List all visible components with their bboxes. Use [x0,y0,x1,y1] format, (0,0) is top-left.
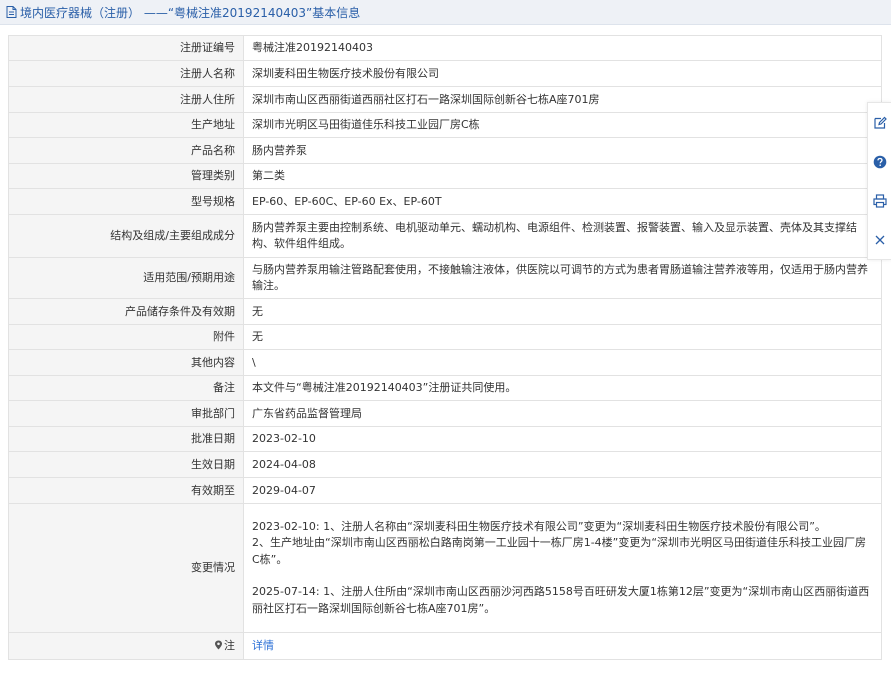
row-label: 审批部门 [8,400,244,427]
table-row: 有效期至 2029-04-07 [8,477,882,504]
row-value: 2023-02-10 [243,426,882,452]
row-label: 有效期至 [8,477,244,504]
row-value: 深圳市光明区马田街道佳乐科技工业园厂房C栋 [243,112,882,138]
row-value: 深圳市南山区西丽街道西丽社区打石一路深圳国际创新谷七栋A座701房 [243,86,882,113]
page-title: 境内医疗器械（注册） ——“粤械注准20192140403”基本信息 [20,5,361,20]
row-value: 粤械注准20192140403 [243,35,882,61]
row-label: 批准日期 [8,426,244,452]
print-button[interactable] [872,193,888,209]
row-value: \ [243,349,882,376]
table-row: 适用范围/预期用途 与肠内营养泵用输注管路配套使用，不接触输注液体，供医院以可调… [8,257,882,299]
row-value: 深圳麦科田生物医疗技术股份有限公司 [243,60,882,87]
row-value: 2029-04-07 [243,477,882,504]
table-row: 审批部门 广东省药品监督管理局 [8,400,882,427]
info-table: 注册证编号 粤械注准20192140403 注册人名称 深圳麦科田生物医疗技术股… [8,35,882,660]
table-row: 型号规格 EP-60、EP-60C、EP-60 Ex、EP-60T [8,188,882,215]
table-row: 产品名称 肠内营养泵 [8,137,882,164]
table-row: 生产地址 深圳市光明区马田街道佳乐科技工业园厂房C栋 [8,112,882,138]
table-row: 产品储存条件及有效期 无 [8,298,882,325]
row-value: 肠内营养泵主要由控制系统、电机驱动单元、蠕动机构、电源组件、检测装置、报警装置、… [243,214,882,258]
help-icon [873,155,886,168]
change-entry: 2023-02-10: 1、注册人名称由“深圳麦科田生物医疗技术有限公司”变更为… [252,519,826,533]
table-row: 附件 无 [8,324,882,350]
page-header: 境内医疗器械（注册） ——“粤械注准20192140403”基本信息 [0,0,891,25]
help-button[interactable] [872,154,888,170]
row-label: 备注 [8,375,244,401]
change-entry: 2、生产地址由“深圳市南山区西丽松白路南岗第一工业园十一栋厂房1-4楼”变更为“… [252,536,867,566]
close-icon [875,235,884,244]
print-icon [872,193,887,208]
side-toolbar [867,102,891,260]
row-value: 2024-04-08 [243,451,882,478]
row-label: 适用范围/预期用途 [8,257,244,299]
row-label: 注册证编号 [8,35,244,61]
table-row: 其他内容 \ [8,349,882,376]
row-value: 本文件与“粤械注准20192140403”注册证共同使用。 [243,375,882,401]
note-label-cell: 注 [8,632,244,660]
row-label: 产品名称 [8,137,244,164]
row-label: 管理类别 [8,163,244,189]
row-label: 注册人名称 [8,60,244,87]
table-row: 批准日期 2023-02-10 [8,426,882,452]
table-row: 结构及组成/主要组成成分 肠内营养泵主要由控制系统、电机驱动单元、蠕动机构、电源… [8,214,882,258]
table-row: 生效日期 2024-04-08 [8,451,882,478]
edit-button[interactable] [872,115,888,131]
row-label: 生效日期 [8,451,244,478]
row-value: 无 [243,298,882,325]
row-label: 型号规格 [8,188,244,215]
close-button[interactable] [872,232,888,248]
table-row: 注册人名称 深圳麦科田生物医疗技术股份有限公司 [8,60,882,87]
table-row-changes: 变更情况 2023-02-10: 1、注册人名称由“深圳麦科田生物医疗技术有限公… [8,503,882,633]
note-label: 注 [224,639,235,652]
row-value: EP-60、EP-60C、EP-60 Ex、EP-60T [243,188,882,215]
table-row: 注册人住所 深圳市南山区西丽街道西丽社区打石一路深圳国际创新谷七栋A座701房 [8,86,882,113]
table-row: 备注 本文件与“粤械注准20192140403”注册证共同使用。 [8,375,882,401]
row-label: 生产地址 [8,112,244,138]
row-value: 肠内营养泵 [243,137,882,164]
edit-icon [873,116,887,129]
note-value: 详情 [243,632,882,660]
row-label: 注册人住所 [8,86,244,113]
pin-icon [215,640,222,650]
change-history: 2023-02-10: 1、注册人名称由“深圳麦科田生物医疗技术有限公司”变更为… [243,503,882,633]
table-row: 注册证编号 粤械注准20192140403 [8,35,882,61]
document-icon [6,6,17,18]
row-value: 无 [243,324,882,350]
row-value: 第二类 [243,163,882,189]
row-label: 变更情况 [8,503,244,633]
change-entry: 2025-07-14: 1、注册人住所由“深圳市南山区西丽沙河西路5158号百旺… [252,585,870,615]
row-value: 与肠内营养泵用输注管路配套使用，不接触输注液体，供医院以可调节的方式为患者胃肠道… [243,257,882,299]
row-label: 其他内容 [8,349,244,376]
table-row-note: 注 详情 [8,632,882,660]
row-label: 结构及组成/主要组成成分 [8,214,244,258]
row-label: 附件 [8,324,244,350]
row-label: 产品储存条件及有效期 [8,298,244,325]
details-link[interactable]: 详情 [252,639,274,652]
table-row: 管理类别 第二类 [8,163,882,189]
row-value: 广东省药品监督管理局 [243,400,882,427]
